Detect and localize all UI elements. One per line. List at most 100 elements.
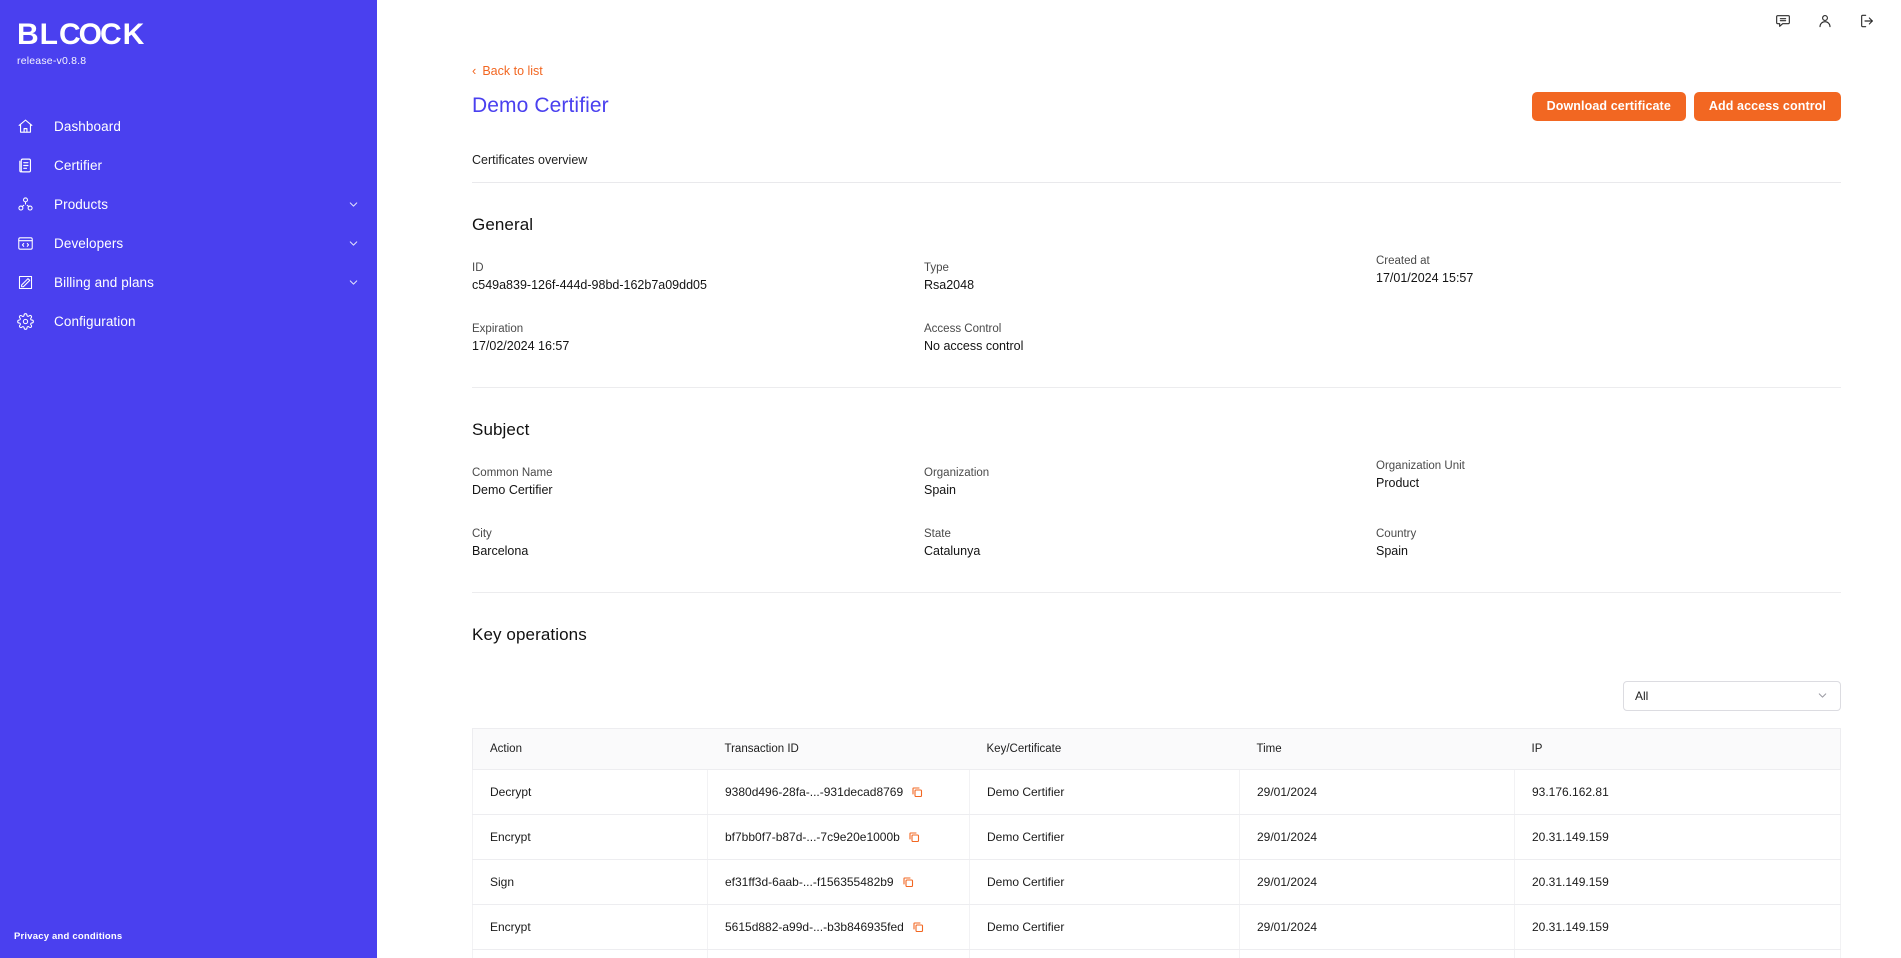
field-value: 17/02/2024 16:57 [472,338,570,353]
cell-key-certificate: Demo Certifier [969,859,1240,905]
field-label: Expiration [472,322,524,335]
field-value: Product [1376,475,1420,490]
field-access-control: Access Control No access control [924,323,1376,353]
cell-key-certificate: Demo Certifier [969,814,1240,860]
copy-icon[interactable] [912,921,924,933]
title-row: Demo Certifier Download certificate Add … [472,91,1841,121]
field-created-at: Created at 17/01/2024 15:57 [1376,255,1841,292]
field-empty [1376,323,1841,353]
transaction-id-text: 5615d882-a99d-...-b3b846935fed [725,919,904,934]
field-organization-unit: Organization Unit Product [1376,460,1841,497]
subject-fields: Common Name Demo Certifier Organization … [472,460,1841,558]
cell-action: Encrypt [472,904,708,950]
table-row[interactable]: Sign 4c349e1c-4733-...-88c295a7c617 Demo… [472,949,1841,958]
cell-ip: 20.31.149.159 [1514,859,1841,905]
products-icon [14,194,36,216]
field-label: ID [472,261,484,274]
table-head: Action Transaction ID Key/Certificate Ti… [472,727,1841,770]
app-root: BLCOCK release-v0.8.8 Dashboard Certifie… [0,0,1901,958]
chevron-down-icon[interactable] [347,237,360,250]
field-value: 17/01/2024 15:57 [1376,270,1474,285]
version-label: release-v0.8.8 [17,55,87,67]
sidebar-item-billing-and-plans[interactable]: Billing and plans [0,263,377,302]
cell-time: 29/01/2024 [1239,904,1515,950]
subject-section-title: Subject [472,419,530,439]
column-header-key-certificate[interactable]: Key/Certificate [969,727,1240,770]
chevron-down-icon[interactable] [347,276,360,289]
field-value: No access control [924,338,1024,353]
table-row[interactable]: Sign ef31ff3d-6aab-...-f156355482b9 Demo… [472,859,1841,905]
sidebar-item-developers[interactable]: Developers [0,224,377,263]
table-row[interactable]: Decrypt 9380d496-28fa-...-931decad8769 D… [472,769,1841,815]
sidebar-nav: Dashboard Certifier Products Developers … [0,107,377,341]
field-label: Created at [1376,254,1430,267]
home-icon [14,116,36,138]
filter-row: All [472,680,1841,711]
transaction-id-text: 9380d496-28fa-...-931decad8769 [725,784,904,799]
chevron-down-icon [1816,689,1829,702]
privacy-and-conditions-link[interactable]: Privacy and conditions [14,931,122,942]
sidebar-item-certifier[interactable]: Certifier [0,146,377,185]
field-type: Type Rsa2048 [924,262,1376,292]
user-icon[interactable] [1817,13,1833,29]
cell-transaction-id: ef31ff3d-6aab-...-f156355482b9 [707,859,970,905]
operation-filter-value: All [1635,688,1649,703]
page-title: Demo Certifier [472,94,609,117]
sidebar-item-dashboard[interactable]: Dashboard [0,107,377,146]
tab-certificates-overview[interactable]: Certificates overview [472,153,587,167]
table-row[interactable]: Encrypt 5615d882-a99d-...-b3b846935fed D… [472,904,1841,950]
cell-key-certificate: Demo Certifier [969,769,1240,815]
title-actions: Download certificate Add access control [1531,91,1841,121]
copy-icon[interactable] [911,786,923,798]
field-value: c549a839-126f-444d-98bd-162b7a09dd05 [472,277,707,292]
back-to-list-link[interactable]: ‹ Back to list [472,64,543,78]
sidebar-item-label: Billing and plans [54,275,155,290]
cell-transaction-id: bf7bb0f7-b87d-...-7c9e20e1000b [707,814,970,860]
download-certificate-button[interactable]: Download certificate [1531,91,1686,121]
app-logo: BLCOCK [17,18,146,51]
key-operations-section: Key operations All Action Transaction ID [472,593,1841,958]
column-header-ip[interactable]: IP [1514,727,1841,770]
table-body: Decrypt 9380d496-28fa-...-931decad8769 D… [472,769,1841,958]
topbar [377,0,1901,32]
cell-ip: 20.31.149.159 [1514,814,1841,860]
cell-key-certificate: Demo Certifier [969,949,1240,958]
field-value: Demo Certifier [472,482,553,497]
sidebar-item-configuration[interactable]: Configuration [0,302,377,341]
sidebar-item-products[interactable]: Products [0,185,377,224]
column-header-transaction-id[interactable]: Transaction ID [707,727,970,770]
operation-filter-select[interactable]: All [1623,680,1841,711]
add-access-control-button[interactable]: Add access control [1693,91,1841,121]
field-label: State [924,527,951,540]
logout-icon[interactable] [1859,13,1875,29]
chevron-down-icon[interactable] [347,198,360,211]
page-content: ‹ Back to list Demo Certifier Download c… [377,32,1901,958]
main-content: ‹ Back to list Demo Certifier Download c… [377,0,1901,958]
copy-icon[interactable] [902,876,914,888]
sidebar-item-label: Developers [54,236,124,251]
general-section: General ID c549a839-126f-444d-98bd-162b7… [472,183,1841,388]
column-header-time[interactable]: Time [1239,727,1515,770]
table-row[interactable]: Encrypt bf7bb0f7-b87d-...-7c9e20e1000b D… [472,814,1841,860]
field-organization: Organization Spain [924,467,1376,497]
cell-ip: 20.31.149.159 [1514,904,1841,950]
edit-icon [14,272,36,294]
field-label: Access Control [924,322,1002,335]
cell-time: 29/01/2024 [1239,814,1515,860]
subject-section: Subject Common Name Demo Certifier Organ… [472,388,1841,593]
brand: BLCOCK release-v0.8.8 [0,0,377,67]
cell-ip: 20.31.149.159 [1514,949,1841,958]
cell-action: Encrypt [472,814,708,860]
cell-time: 29/01/2024 [1239,769,1515,815]
cell-time: 29/01/2024 [1239,949,1515,958]
gear-icon [14,311,36,333]
code-icon [14,233,36,255]
field-label: City [472,527,492,540]
chat-icon[interactable] [1775,13,1791,29]
field-value: Catalunya [924,543,981,558]
column-header-action[interactable]: Action [472,727,708,770]
general-fields: ID c549a839-126f-444d-98bd-162b7a09dd05 … [472,255,1841,353]
copy-icon[interactable] [908,831,920,843]
cell-action: Sign [472,859,708,905]
sidebar-item-label: Products [54,197,109,212]
